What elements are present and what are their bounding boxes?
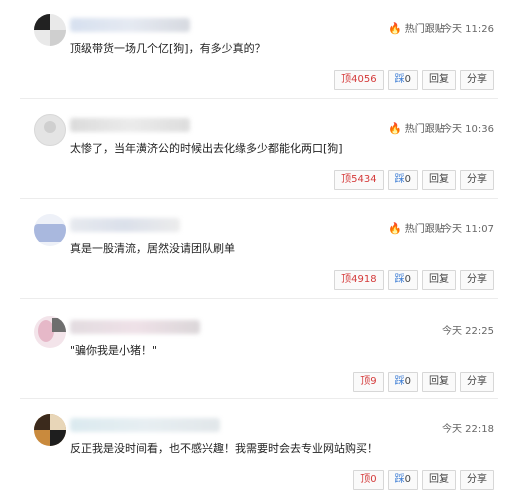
reply-button[interactable]: 回复 [422, 372, 456, 392]
thumb-up-icon: 顶 [360, 376, 371, 387]
comment-time: 今天 11:26 [442, 24, 494, 35]
hot-comment-badge: 🔥 热门跟贴 [388, 222, 445, 235]
downvote-button[interactable]: 踩0 [387, 270, 418, 290]
thumb-down-icon: 踩 [394, 174, 405, 185]
username-blurred[interactable] [70, 218, 180, 232]
upvote-button[interactable]: 顶0 [353, 470, 384, 490]
comment-text: 太惨了，当年潢济公的时候出去化缘多少都能化两口[狗] [70, 142, 343, 155]
reply-button[interactable]: 回复 [422, 70, 456, 90]
comment-time: 今天 22:18 [442, 424, 494, 435]
comment-time: 今天 22:25 [442, 326, 494, 337]
avatar[interactable] [34, 214, 66, 246]
thumb-down-icon: 踩 [394, 474, 405, 485]
comment-actions: 顶9 踩0 回复 分享 [349, 372, 494, 392]
comment-actions: 顶5434 踩0 回复 分享 [330, 170, 494, 190]
hot-comment-badge: 🔥 热门跟贴 [388, 22, 445, 35]
divider [20, 298, 498, 299]
share-button[interactable]: 分享 [460, 470, 494, 490]
thumb-down-icon: 踩 [394, 376, 405, 387]
upvote-button[interactable]: 顶4056 [334, 70, 384, 90]
avatar[interactable] [34, 14, 66, 46]
username-blurred[interactable] [70, 18, 190, 32]
divider [20, 98, 498, 99]
comment-time: 今天 10:36 [442, 124, 494, 135]
downvote-button[interactable]: 踩0 [387, 170, 418, 190]
username-blurred[interactable] [70, 320, 200, 334]
share-button[interactable]: 分享 [460, 270, 494, 290]
comment-text: "骗你我是小猪！" [70, 344, 158, 357]
upvote-button[interactable]: 顶9 [353, 372, 384, 392]
thumb-up-icon: 顶 [341, 74, 352, 85]
reply-button[interactable]: 回复 [422, 270, 456, 290]
comment-text: 反正我是没时间看，也不感兴趣！我需要时会去专业网站购买！ [70, 442, 378, 455]
comment-time: 今天 11:07 [442, 224, 494, 235]
comment-actions: 顶4918 踩0 回复 分享 [330, 270, 494, 290]
comment-actions: 顶0 踩0 回复 分享 [349, 470, 494, 490]
thumb-down-icon: 踩 [394, 274, 405, 285]
upvote-button[interactable]: 顶4918 [334, 270, 384, 290]
downvote-button[interactable]: 踩0 [387, 70, 418, 90]
downvote-button[interactable]: 踩0 [387, 372, 418, 392]
hot-comment-badge: 🔥 热门跟贴 [388, 122, 445, 135]
share-button[interactable]: 分享 [460, 372, 494, 392]
reply-button[interactable]: 回复 [422, 470, 456, 490]
comment-actions: 顶4056 踩0 回复 分享 [330, 70, 494, 90]
thumb-up-icon: 顶 [341, 174, 352, 185]
flame-icon: 🔥 [388, 22, 402, 35]
share-button[interactable]: 分享 [460, 170, 494, 190]
share-button[interactable]: 分享 [460, 70, 494, 90]
divider [20, 198, 498, 199]
avatar[interactable] [34, 114, 66, 146]
avatar[interactable] [34, 316, 66, 348]
thumb-down-icon: 踩 [394, 74, 405, 85]
thumb-up-icon: 顶 [360, 474, 371, 485]
reply-button[interactable]: 回复 [422, 170, 456, 190]
username-blurred[interactable] [70, 418, 220, 432]
username-blurred[interactable] [70, 118, 190, 132]
avatar[interactable] [34, 414, 66, 446]
flame-icon: 🔥 [388, 222, 402, 235]
divider [20, 398, 498, 399]
comment-text: 真是一股清流，居然没请团队刷单 [70, 242, 235, 255]
comment-list: 🔥 热门跟贴 今天 11:26 顶级带货一场几个亿[狗]，有多少真的？ 顶4056… [0, 0, 520, 492]
downvote-button[interactable]: 踩0 [387, 470, 418, 490]
comment-text: 顶级带货一场几个亿[狗]，有多少真的？ [70, 42, 266, 55]
thumb-up-icon: 顶 [341, 274, 352, 285]
upvote-button[interactable]: 顶5434 [334, 170, 384, 190]
flame-icon: 🔥 [388, 122, 402, 135]
